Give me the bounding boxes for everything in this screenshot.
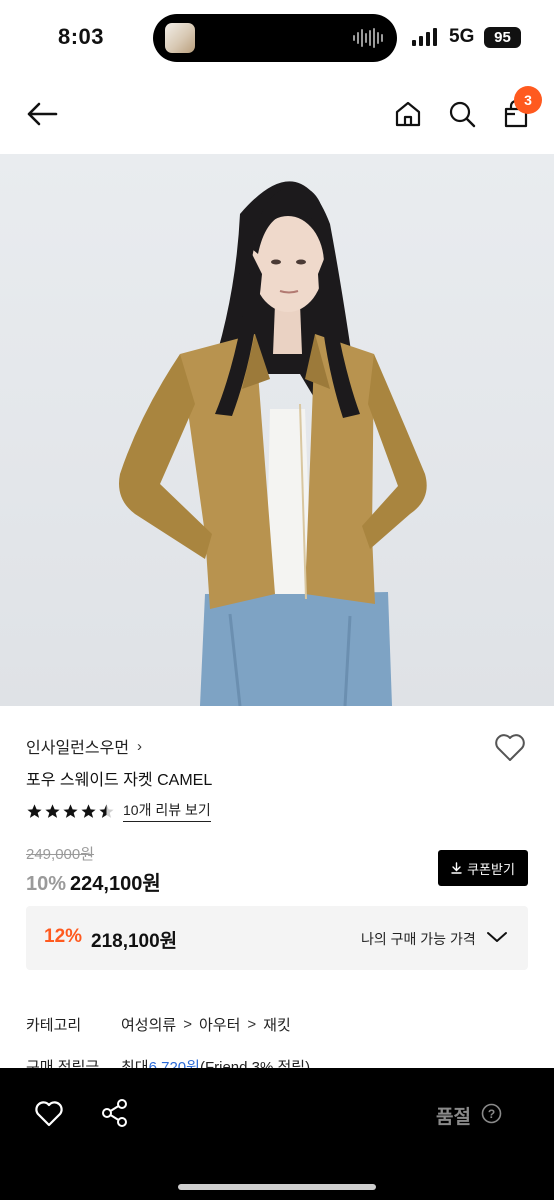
- back-button[interactable]: [24, 96, 60, 132]
- now-playing-thumbnail: [165, 23, 195, 53]
- star-icon: [81, 803, 96, 818]
- star-rating: [26, 803, 115, 820]
- status-bar: 8:03 5G 95: [0, 0, 554, 76]
- category-item[interactable]: 재킷: [263, 1014, 291, 1035]
- audio-wave-icon: [353, 28, 383, 48]
- product-title: 포우 스웨이드 자켓 CAMEL: [26, 772, 213, 789]
- price-row: 10% 224,100원: [26, 867, 161, 896]
- category-label: 카테고리: [26, 1017, 82, 1034]
- half-star-icon: [99, 803, 114, 818]
- signal-icon: [412, 28, 437, 46]
- chevron-right-icon: >: [247, 1016, 257, 1033]
- chevron-right-icon: >: [183, 1016, 192, 1033]
- product-image[interactable]: [0, 154, 554, 706]
- best-price-rate: 12%: [44, 926, 83, 947]
- product-photo: [119, 181, 427, 706]
- category-row: 카테고리 여성의류 > 아우터 > 재킷: [26, 1014, 291, 1035]
- share-icon: [102, 1099, 127, 1127]
- chevron-right-icon: ›: [137, 737, 143, 755]
- wishlist-button[interactable]: [494, 733, 526, 763]
- heart-icon: [35, 1101, 63, 1127]
- home-indicator[interactable]: [178, 1184, 376, 1190]
- help-icon[interactable]: ?: [481, 1103, 502, 1124]
- top-nav-bar: [0, 76, 554, 154]
- category-item[interactable]: 아우터: [199, 1014, 240, 1035]
- best-price-box[interactable]: 12% 218,100원 나의 구매 가능 가격: [26, 906, 528, 970]
- discount-rate: 10%: [26, 873, 67, 895]
- star-icon: [63, 803, 78, 818]
- chevron-down-icon: [487, 932, 507, 942]
- sold-out-status: 품절: [436, 1107, 471, 1128]
- sale-price: 224,100원: [70, 873, 161, 895]
- original-price: 249,000원: [26, 846, 95, 863]
- svg-text:?: ?: [488, 1107, 495, 1121]
- cart-count-badge: 3: [514, 86, 542, 114]
- star-icon: [45, 803, 60, 818]
- best-price-amount: 218,100원: [91, 931, 178, 952]
- dynamic-island[interactable]: [153, 14, 397, 62]
- brand-name: 인사일런스우먼: [26, 740, 130, 757]
- bottom-wishlist-button[interactable]: [34, 1100, 64, 1128]
- home-icon: [395, 101, 421, 127]
- search-icon: [449, 101, 476, 128]
- download-icon: [451, 862, 462, 874]
- rating-row: 10개 리뷰 보기: [26, 800, 211, 822]
- coupon-button-label: 쿠폰받기: [467, 861, 515, 877]
- brand-link[interactable]: 인사일런스우먼 ›: [26, 734, 142, 758]
- status-time: 8:03: [58, 24, 105, 49]
- category-item[interactable]: 여성의류: [121, 1014, 176, 1035]
- star-icon: [27, 803, 42, 818]
- battery-indicator: 95: [484, 27, 521, 48]
- review-link[interactable]: 10개 리뷰 보기: [123, 800, 211, 822]
- best-price-label: 나의 구매 가능 가격: [361, 931, 476, 947]
- heart-icon: [495, 734, 525, 761]
- bottom-action-bar: 품절 ?: [0, 1068, 554, 1200]
- coupon-button[interactable]: 쿠폰받기: [438, 850, 528, 886]
- back-arrow-icon: [27, 102, 58, 126]
- share-button[interactable]: [100, 1098, 130, 1128]
- network-label: 5G: [449, 26, 475, 47]
- search-button[interactable]: [444, 96, 480, 132]
- home-button[interactable]: [390, 96, 426, 132]
